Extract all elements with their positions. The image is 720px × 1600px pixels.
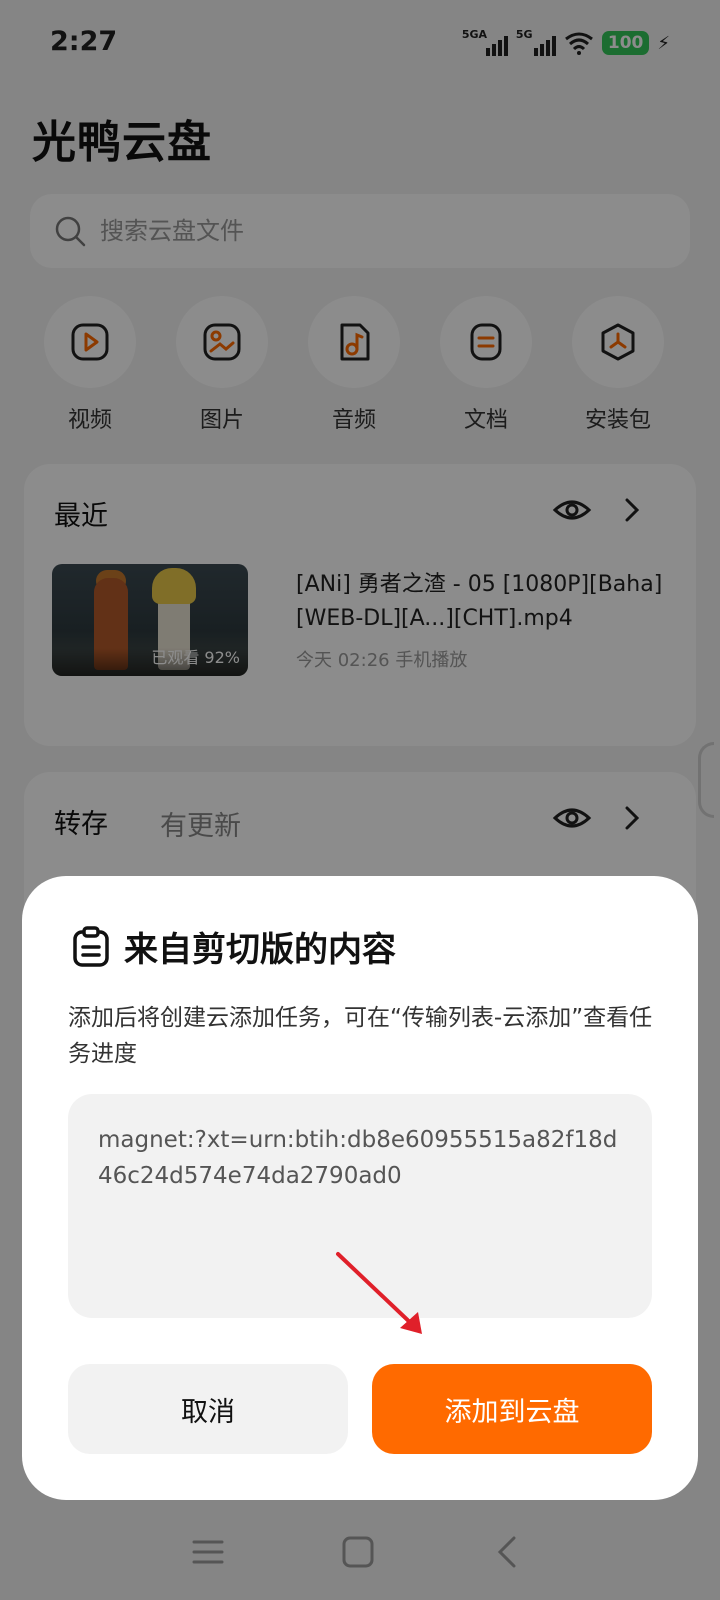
annotation-arrow-icon xyxy=(336,1252,422,1334)
app-screen: 2:27 5GA 5G 100 ⚡ 光鸭云盘 搜索云盘文件 视频 图片 音频 文… xyxy=(0,0,720,1600)
system-nav-bar xyxy=(0,1510,720,1600)
menu-icon[interactable] xyxy=(186,1530,230,1574)
clipboard-icon xyxy=(73,925,109,967)
dialog-header: 来自剪切版的内容 xyxy=(70,922,396,971)
home-icon[interactable] xyxy=(336,1530,380,1574)
dialog-title: 来自剪切版的内容 xyxy=(124,930,396,970)
add-to-cloud-button[interactable]: 添加到云盘 xyxy=(372,1364,652,1454)
back-icon[interactable] xyxy=(486,1530,530,1574)
dialog-description: 添加后将创建云添加任务，可在“传输列表-云添加”查看任务进度 xyxy=(68,1005,653,1067)
cancel-button[interactable]: 取消 xyxy=(68,1364,348,1454)
clipboard-dialog: 来自剪切版的内容 添加后将创建云添加任务，可在“传输列表-云添加”查看任务进度 … xyxy=(22,876,698,1500)
